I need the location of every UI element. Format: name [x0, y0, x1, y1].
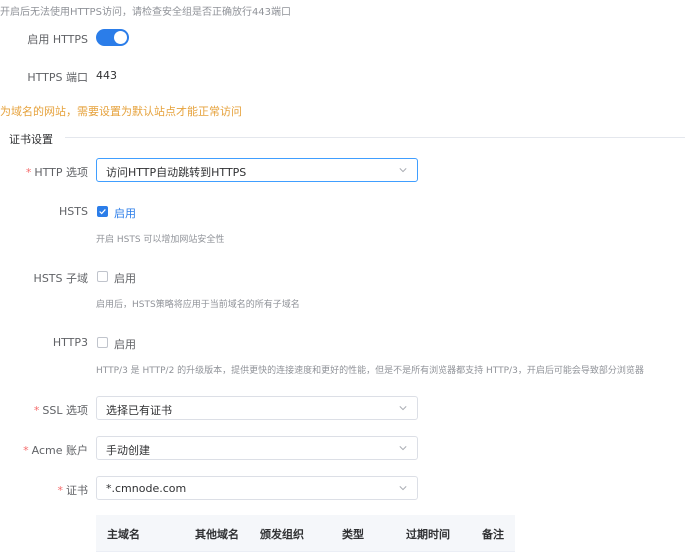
- enable-https-switch[interactable]: [96, 29, 129, 46]
- switch-knob: [114, 31, 127, 44]
- http-option-select[interactable]: 访问HTTP自动跳转到HTTPS: [96, 158, 418, 182]
- cert-table-header: 主域名 其他域名 颁发组织 类型 过期时间 备注: [96, 515, 515, 552]
- enable-https-label: 启用 HTTPS: [27, 33, 88, 46]
- chevron-down-icon: [399, 446, 407, 451]
- required-mark: *: [33, 404, 40, 417]
- col-primary-domain: 主域名: [107, 528, 140, 541]
- ssl-option-value: 选择已有证书: [106, 404, 172, 417]
- hsts-subdomain-label: HSTS 子域: [33, 272, 88, 285]
- http-option-value: 访问HTTP自动跳转到HTTPS: [106, 166, 247, 179]
- ssl-option-select[interactable]: 选择已有证书: [96, 396, 418, 420]
- http3-help: HTTP/3 是 HTTP/2 的升级版本，提供更快的连接速度和更好的性能，但是…: [96, 366, 644, 376]
- required-mark: *: [25, 166, 32, 179]
- col-expiry: 过期时间: [406, 528, 450, 541]
- hsts-label: HSTS: [59, 205, 88, 218]
- acme-account-label: * Acme 账户: [0, 442, 88, 458]
- https-port-warning: 开启后无法使用HTTPS访问，请检查安全组是否正确放行443端口: [0, 7, 292, 18]
- https-port-label: HTTPS 端口: [27, 71, 88, 84]
- certificate-label: * 证书: [0, 482, 89, 498]
- ssl-option-label: * SSL 选项: [0, 402, 88, 418]
- certificate-value: *.cmnode.com: [106, 482, 187, 495]
- col-other-domains: 其他域名: [195, 528, 239, 541]
- hsts-subdomain-help: 启用后，HSTS策略将应用于当前域名的所有子域名: [96, 300, 300, 310]
- required-mark: *: [57, 484, 64, 497]
- cert-table-body: [96, 552, 515, 560]
- http3-checkbox-label[interactable]: 启用: [114, 336, 136, 352]
- col-remark: 备注: [482, 528, 504, 541]
- hsts-checkbox-label[interactable]: 启用: [114, 205, 136, 221]
- http-option-label-text: HTTP 选项: [34, 166, 88, 179]
- required-mark: *: [23, 444, 29, 457]
- http3-label: HTTP3: [52, 336, 88, 349]
- hsts-checkbox[interactable]: [97, 206, 108, 217]
- hsts-subdomain-checkbox-label[interactable]: 启用: [114, 270, 136, 286]
- hsts-subdomain-checkbox[interactable]: [97, 271, 108, 282]
- default-site-warning: 为域名的网站，需要设置为默认站点才能正常访问: [0, 105, 242, 118]
- hsts-help: 开启 HSTS 可以增加网站安全性: [96, 235, 225, 245]
- chevron-down-icon: [399, 406, 407, 411]
- acme-account-select[interactable]: 手动创建: [96, 436, 418, 460]
- cert-section-title: 证书设置: [9, 133, 53, 146]
- acme-account-label-text: Acme 账户: [31, 444, 88, 457]
- col-type: 类型: [342, 528, 364, 541]
- chevron-down-icon: [399, 168, 407, 173]
- ssl-option-label-text: SSL 选项: [42, 404, 88, 417]
- http-option-label: * HTTP 选项: [0, 164, 88, 180]
- certificate-select[interactable]: *.cmnode.com: [96, 476, 418, 500]
- http3-checkbox[interactable]: [97, 337, 108, 348]
- certificate-label-text: 证书: [66, 484, 88, 497]
- chevron-down-icon: [399, 486, 407, 491]
- cert-section-divider: [65, 137, 685, 138]
- https-port-value: 443: [96, 69, 117, 82]
- col-issuer: 颁发组织: [260, 528, 304, 541]
- acme-account-value: 手动创建: [106, 444, 150, 457]
- check-icon: [99, 209, 106, 215]
